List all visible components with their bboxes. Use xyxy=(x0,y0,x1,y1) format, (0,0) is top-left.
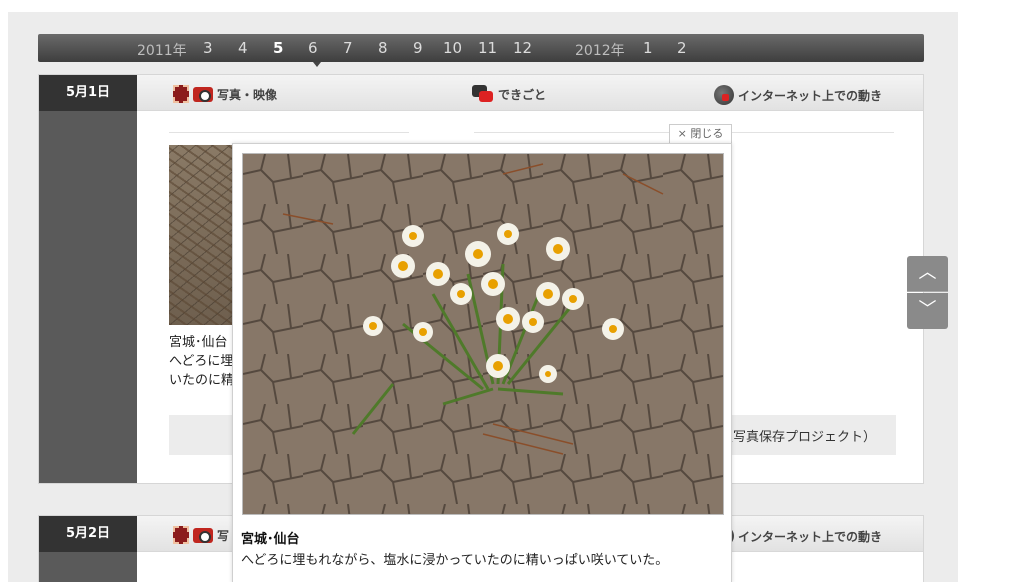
thumbnail-caption: 宮城･仙台 へどろに埋 いたのに精 xyxy=(169,333,239,390)
thumbnail-caption-line: 宮城･仙台 xyxy=(169,335,228,350)
month-link-2011-7[interactable]: 7 xyxy=(343,39,353,57)
month-link-2011-10[interactable]: 10 xyxy=(443,39,462,57)
credit-text: 災写真保存プロジェクト） xyxy=(719,430,876,445)
day-date-label: 5月1日 xyxy=(39,75,137,111)
month-link-2012-1[interactable]: 1 xyxy=(643,39,653,57)
film-icon xyxy=(173,526,189,544)
month-link-2011-9[interactable]: 9 xyxy=(413,39,423,57)
events-label: できごと xyxy=(498,87,547,102)
thumbnail-caption-line: へどろに埋 xyxy=(169,354,234,369)
scroll-down-button[interactable]: ﹀ xyxy=(907,293,948,329)
year-2011-label: 2011年 xyxy=(137,43,187,59)
year-2012-label: 2012年 xyxy=(575,43,625,59)
active-month-pointer xyxy=(313,62,321,67)
month-link-2012-2[interactable]: 2 xyxy=(677,39,687,57)
internet-tab[interactable]: インターネット上での動き xyxy=(714,526,882,546)
internet-tab[interactable]: インターネット上での動き xyxy=(714,85,882,105)
photo-video-label: 写真・映像 xyxy=(217,87,278,102)
day-header: 写真・映像 できごと インターネット上での動き xyxy=(137,75,923,111)
photo-video-tab[interactable]: 写真・映像 xyxy=(173,85,277,103)
month-link-2011-8[interactable]: 8 xyxy=(378,39,388,57)
divider xyxy=(169,132,409,133)
events-tab[interactable]: できごと xyxy=(472,85,546,103)
month-link-2011-12[interactable]: 12 xyxy=(513,39,532,57)
close-button[interactable]: × 閉じる xyxy=(669,124,732,143)
internet-label: インターネット上での動き xyxy=(738,529,883,544)
month-link-2011-4[interactable]: 4 xyxy=(238,39,248,57)
month-link-2011-3[interactable]: 3 xyxy=(203,39,213,57)
daffodil-photo-image xyxy=(243,154,723,514)
camera-icon xyxy=(193,86,213,102)
photo-popup: 宮城･仙台 へどろに埋もれながら、塩水に浸かっていたのに精いっぱい咲いていた。 xyxy=(232,143,732,582)
scroll-up-button[interactable]: ︿ xyxy=(907,256,948,292)
thumbnail-caption-line: いたのに精 xyxy=(169,373,235,388)
month-link-2011-6[interactable]: 6 xyxy=(308,39,318,57)
photo-video-tab[interactable]: 写 xyxy=(173,526,229,544)
camera-icon xyxy=(193,527,213,543)
popup-caption-body: へどろに埋もれながら、塩水に浸かっていたのに精いっぱい咲いていた。 xyxy=(241,553,669,568)
globe-icon xyxy=(714,85,734,105)
chevron-down-icon: ﹀ xyxy=(918,299,937,320)
timeline-nav: 2011年 3 4 5 6 7 8 9 10 11 12 2012年 1 2 xyxy=(38,34,924,67)
film-icon xyxy=(173,85,189,103)
day-sidebar xyxy=(39,75,137,483)
day-date-label: 5月2日 xyxy=(39,516,137,552)
photo-video-label: 写 xyxy=(217,528,230,543)
photo-thumbnail[interactable] xyxy=(169,145,239,325)
month-link-2011-11[interactable]: 11 xyxy=(478,39,497,57)
chevron-up-icon: ︿ xyxy=(918,262,937,283)
chat-bubble-icon xyxy=(472,85,494,103)
month-link-2011-5[interactable]: 5 xyxy=(273,39,283,57)
internet-label: インターネット上での動き xyxy=(738,88,883,103)
popup-photo xyxy=(242,153,724,515)
popup-caption-title: 宮城･仙台 xyxy=(241,532,300,547)
